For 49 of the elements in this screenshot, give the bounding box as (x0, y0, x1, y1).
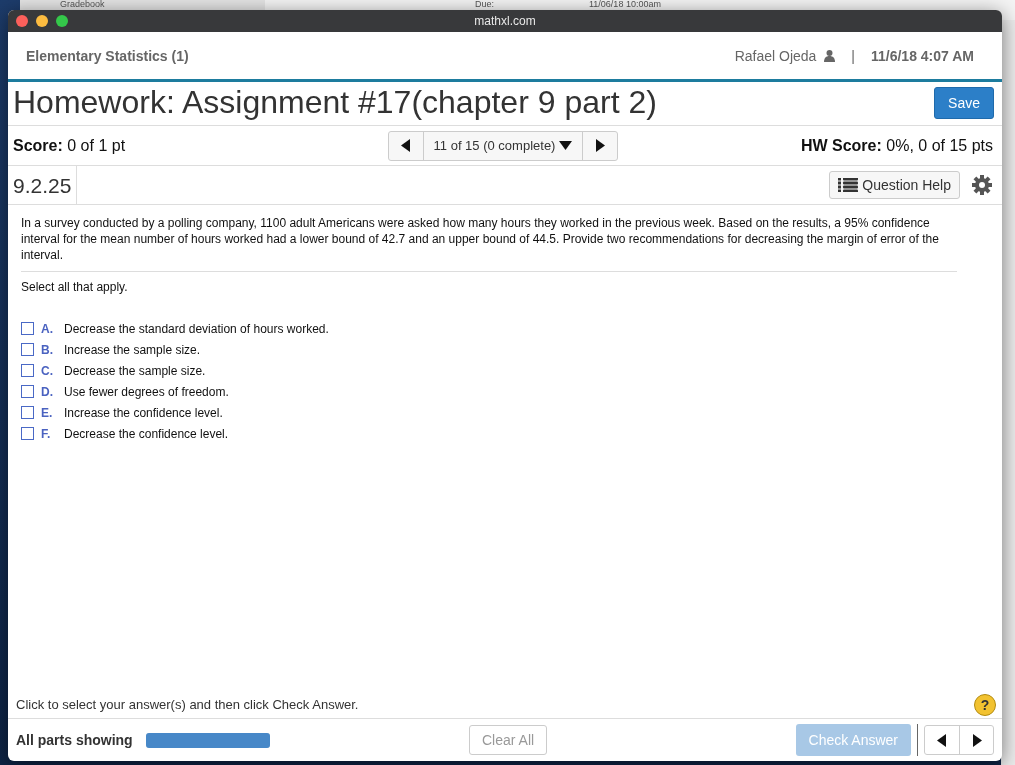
assignment-title: Homework: Assignment #17(chapter 9 part 2) (13, 84, 657, 121)
right-arrow-icon (595, 139, 606, 152)
option-letter: A. (41, 321, 54, 336)
hw-score: HW Score: 0%, 0 of 15 pts (800, 136, 993, 154)
list-icon (838, 178, 859, 192)
option-letter: D. (41, 384, 54, 399)
user-name[interactable]: Rafael Ojeda (734, 47, 817, 64)
option-text[interactable]: Decrease the standard deviation of hours worked. (64, 321, 329, 336)
save-button[interactable]: Save (934, 86, 994, 119)
option-text[interactable]: Increase the confidence level. (64, 405, 223, 420)
separator: | (851, 47, 855, 64)
option-text[interactable]: Use fewer degrees of freedom. (64, 384, 229, 399)
checkbox[interactable] (21, 385, 34, 398)
date-time: 11/6/18 4:07 AM (871, 47, 974, 64)
settings-icon[interactable] (972, 175, 992, 195)
question-help-button[interactable]: Question Help (829, 171, 960, 199)
parts-label: All parts showing (16, 732, 134, 748)
background-text: Due: (475, 0, 494, 9)
question-number: 9.2.25 (8, 165, 78, 205)
left-arrow-icon (400, 139, 411, 152)
option-text[interactable]: Decrease the confidence level. (64, 426, 229, 441)
checkbox[interactable] (21, 364, 34, 377)
checkbox[interactable] (21, 343, 34, 356)
background-text: Gradebook (60, 0, 105, 11)
left-arrow-icon (937, 733, 947, 747)
option-letter: F. (41, 426, 52, 441)
window-title: mathxl.com (474, 14, 536, 28)
checkbox[interactable] (21, 427, 34, 440)
help-button[interactable]: ? (974, 693, 996, 716)
instruction-text: Select all that apply. (21, 280, 129, 294)
question-text: In a survey conducted by a polling company, 1100 adult Americans were asked how many hours they worked in the previous week. Based on the results, a 95% confidence interval for the mean number of hours worked had a lower bound of 42.7 and an upper bound of 44.5. Provide two recommendations for decreasing the margin of error of the interval. (21, 215, 957, 272)
option-letter: E. (41, 405, 54, 420)
hint-text: Click to select your answer(s) and then click Check Answer. (16, 697, 359, 712)
score: Score: 0 of 1 pt (13, 136, 126, 154)
checkbox[interactable] (21, 406, 34, 419)
question-dropdown[interactable]: 11 of 15 (0 complete) (422, 131, 584, 160)
minimize-button[interactable] (36, 15, 48, 27)
option-text[interactable]: Increase the sample size. (64, 342, 201, 357)
zoom-button[interactable] (56, 15, 68, 27)
caret-icon (559, 141, 573, 150)
option-letter: B. (41, 342, 54, 357)
option-letter: C. (41, 363, 54, 378)
right-arrow-icon (971, 733, 982, 747)
close-button[interactable] (16, 15, 28, 27)
option-text[interactable]: Decrease the sample size. (64, 363, 206, 378)
course-name: Elementary Statistics (1) (26, 47, 190, 64)
checkbox[interactable] (21, 322, 34, 335)
background-text: 11/06/18 10:00am (589, 0, 661, 9)
person-icon (824, 49, 836, 62)
